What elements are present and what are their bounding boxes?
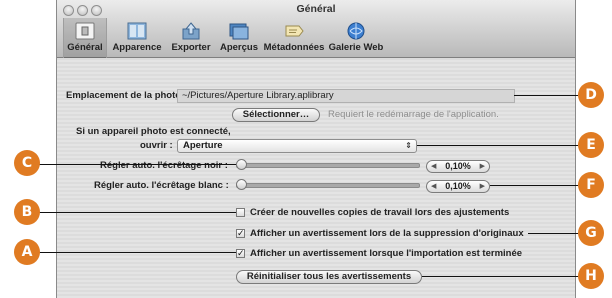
popup-arrows-icon: ⇕: [405, 141, 412, 150]
reset-warnings-button[interactable]: Réinitialiser tous les avertissements: [236, 270, 422, 284]
callout-a-leader: [36, 252, 236, 253]
callout-g-leader: [528, 233, 578, 234]
toolbar-label-general: Général: [67, 42, 103, 53]
camera-app-selected: Aperture: [183, 140, 223, 151]
toolbar-metadata[interactable]: Métadonnées: [263, 18, 325, 58]
callout-b-leader: [36, 212, 236, 213]
restart-note: Requiert le redémarrage de l'application…: [328, 109, 499, 120]
toolbar-web-gallery[interactable]: Galerie Web: [327, 18, 385, 58]
titlebar: Général Général Apparence Exporter Aperç…: [57, 0, 575, 58]
black-clip-stepper[interactable]: ◀ 0,10% ▶: [426, 160, 490, 173]
toolbar-previews[interactable]: Aperçus: [217, 18, 261, 58]
black-clip-slider-knob[interactable]: [236, 159, 247, 170]
warn-delete-checkbox[interactable]: ✓: [236, 229, 245, 238]
warn-import-label: Afficher un avertissement lorsque l'impo…: [250, 248, 523, 259]
camera-label-line1: Si un appareil photo est connecté,: [76, 126, 231, 137]
increment-arrow-icon[interactable]: ▶: [480, 161, 485, 172]
switch-icon: [75, 22, 95, 40]
white-clip-slider-knob[interactable]: [236, 179, 247, 190]
callout-d: D: [578, 82, 604, 108]
callout-e-leader: [417, 145, 578, 146]
web-gallery-icon: [347, 22, 365, 40]
camera-app-popup[interactable]: Aperture ⇕: [177, 139, 417, 153]
callout-b: B: [14, 199, 40, 225]
callout-a: A: [14, 239, 40, 265]
choose-library-button[interactable]: Sélectionner…: [232, 108, 320, 122]
callout-c-leader: [36, 164, 236, 165]
callout-c: C: [14, 150, 40, 176]
toolbar-general[interactable]: Général: [63, 18, 107, 58]
warn-delete-label: Afficher un avertissement lors de la sup…: [250, 228, 524, 239]
toolbar-export[interactable]: Exporter: [167, 18, 215, 58]
white-clip-label: Régler auto. l'écrêtage blanc :: [94, 180, 229, 191]
metadata-icon: [285, 25, 304, 37]
toolbar-label-export: Exporter: [171, 42, 211, 53]
toolbar-label-web-gallery: Galerie Web: [328, 42, 384, 53]
callout-g: G: [578, 220, 604, 246]
toolbar-label-metadata: Métadonnées: [263, 42, 325, 53]
callout-e: E: [578, 132, 604, 158]
appearance-icon: [127, 22, 147, 40]
new-versions-label: Créer de nouvelles copies de travail lor…: [250, 207, 510, 218]
callout-h: H: [578, 263, 604, 289]
camera-label-line2: ouvrir :: [140, 140, 173, 151]
black-clip-slider[interactable]: [236, 163, 420, 168]
callout-d-leader: [514, 95, 578, 96]
callout-f: F: [578, 172, 604, 198]
white-clip-slider[interactable]: [236, 183, 420, 188]
warn-import-checkbox[interactable]: ✓: [236, 249, 245, 258]
library-path-field: ~/Pictures/Aperture Library.aplibrary: [177, 89, 515, 103]
callout-f-leader: [490, 185, 578, 186]
previews-icon: [229, 23, 249, 40]
callout-h-leader: [422, 276, 578, 277]
export-icon: [182, 22, 200, 40]
increment-arrow-icon[interactable]: ▶: [480, 181, 485, 192]
toolbar-label-appearance: Apparence: [112, 42, 162, 53]
black-clip-label: Régler auto. l'écrêtage noir :: [100, 160, 228, 171]
white-clip-stepper[interactable]: ◀ 0,10% ▶: [426, 180, 490, 193]
toolbar-label-previews: Aperçus: [219, 42, 258, 53]
toolbar-appearance[interactable]: Apparence: [109, 18, 165, 58]
new-versions-checkbox[interactable]: [236, 208, 245, 217]
window-title: Général: [296, 3, 336, 15]
